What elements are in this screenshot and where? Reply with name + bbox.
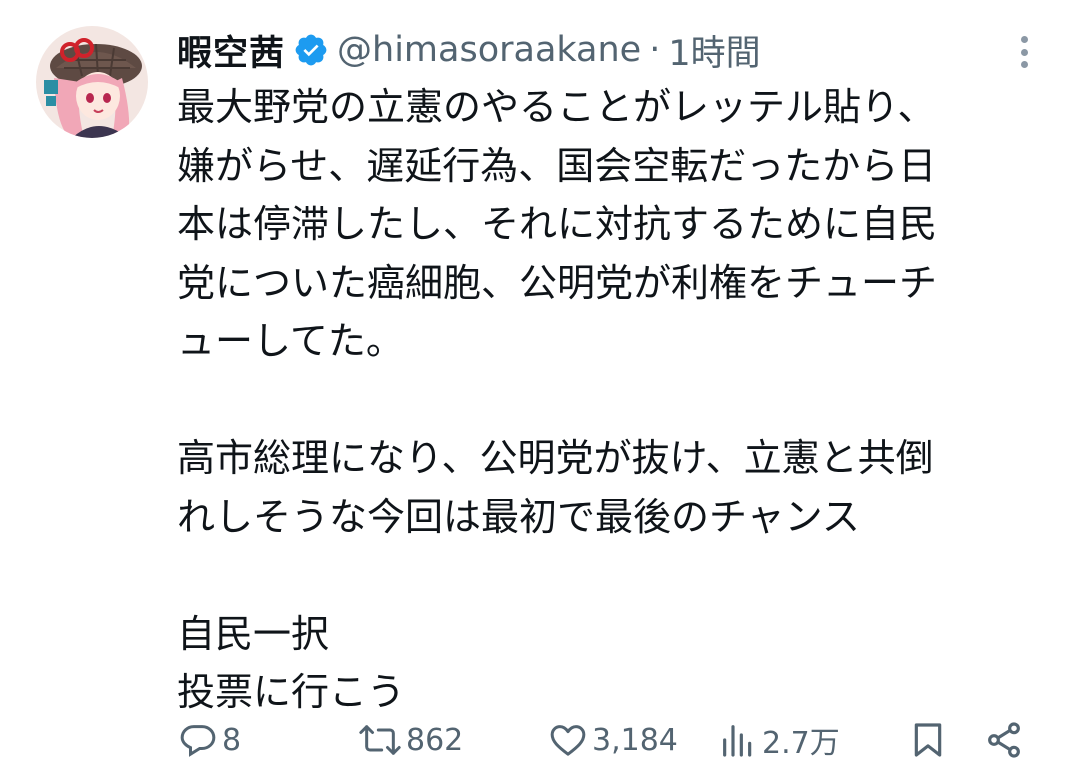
tweet-text-line: 嫌がらせ、遅延行為、国会空転だったから日 (177, 143, 937, 188)
action-bar: 8 862 3,184 2.7万 (178, 718, 1038, 762)
retweet-button[interactable]: 862 (358, 718, 463, 762)
reply-icon (180, 725, 216, 757)
more-dot (1020, 36, 1028, 43)
tweet-text-line: 最大野党の立憲のやることがレッテル貼り、 (177, 85, 936, 129)
timestamp[interactable]: 1時間 (668, 25, 760, 76)
more-dot (1020, 61, 1028, 68)
retweet-count: 862 (406, 722, 464, 758)
tweet-text-line: 高市総理になり、公明党が抜け、立憲と共倒 (177, 436, 934, 480)
tweet-text-line: 自民一択 (177, 611, 330, 656)
views-button[interactable]: 2.7万 (718, 718, 840, 762)
tweet-text: 最大野党の立憲のやることがレッテル貼り、 嫌がらせ、遅延行為、国会空転だったから… (177, 78, 1037, 722)
views-count: 2.7万 (762, 726, 840, 761)
tweet-text-line: れしそうな今回は最初で最後のチャンス (177, 494, 860, 539)
display-name[interactable]: 暇空茜 (177, 25, 285, 76)
tweet-text-line: 本は停滞したし、それに対抗するために自民 (177, 202, 938, 246)
handle[interactable]: @himasoraakane (337, 30, 641, 70)
bookmark-button[interactable] (908, 718, 948, 762)
bookmark-icon (914, 723, 942, 757)
like-icon (550, 725, 586, 756)
tweet-text-line: ューしてた。 (177, 319, 404, 363)
like-count: 3,184 (592, 722, 678, 758)
separator-dot: · (649, 30, 661, 70)
share-button[interactable] (984, 718, 1024, 762)
reply-count: 8 (222, 722, 242, 758)
tweet[interactable]: 暇空茜 @himasoraakane · 1時間 最大野党の立憲のやることがレッ… (0, 0, 1080, 761)
share-icon (988, 722, 1020, 758)
tweet-text-line: 党についた癌細胞、公明党が利権をチューチ (177, 260, 938, 305)
more-options-icon[interactable] (1008, 32, 1040, 72)
reply-button[interactable]: 8 (178, 718, 241, 762)
verified-badge-icon (293, 32, 329, 68)
tweet-text-line: 投票に行こう (177, 670, 406, 714)
more-dot (1020, 48, 1028, 56)
tweet-header: 暇空茜 @himasoraakane · 1時間 (177, 26, 761, 74)
like-button[interactable]: 3,184 (548, 718, 678, 762)
views-icon (723, 725, 752, 757)
retweet-icon (359, 725, 401, 755)
avatar[interactable] (36, 26, 148, 138)
